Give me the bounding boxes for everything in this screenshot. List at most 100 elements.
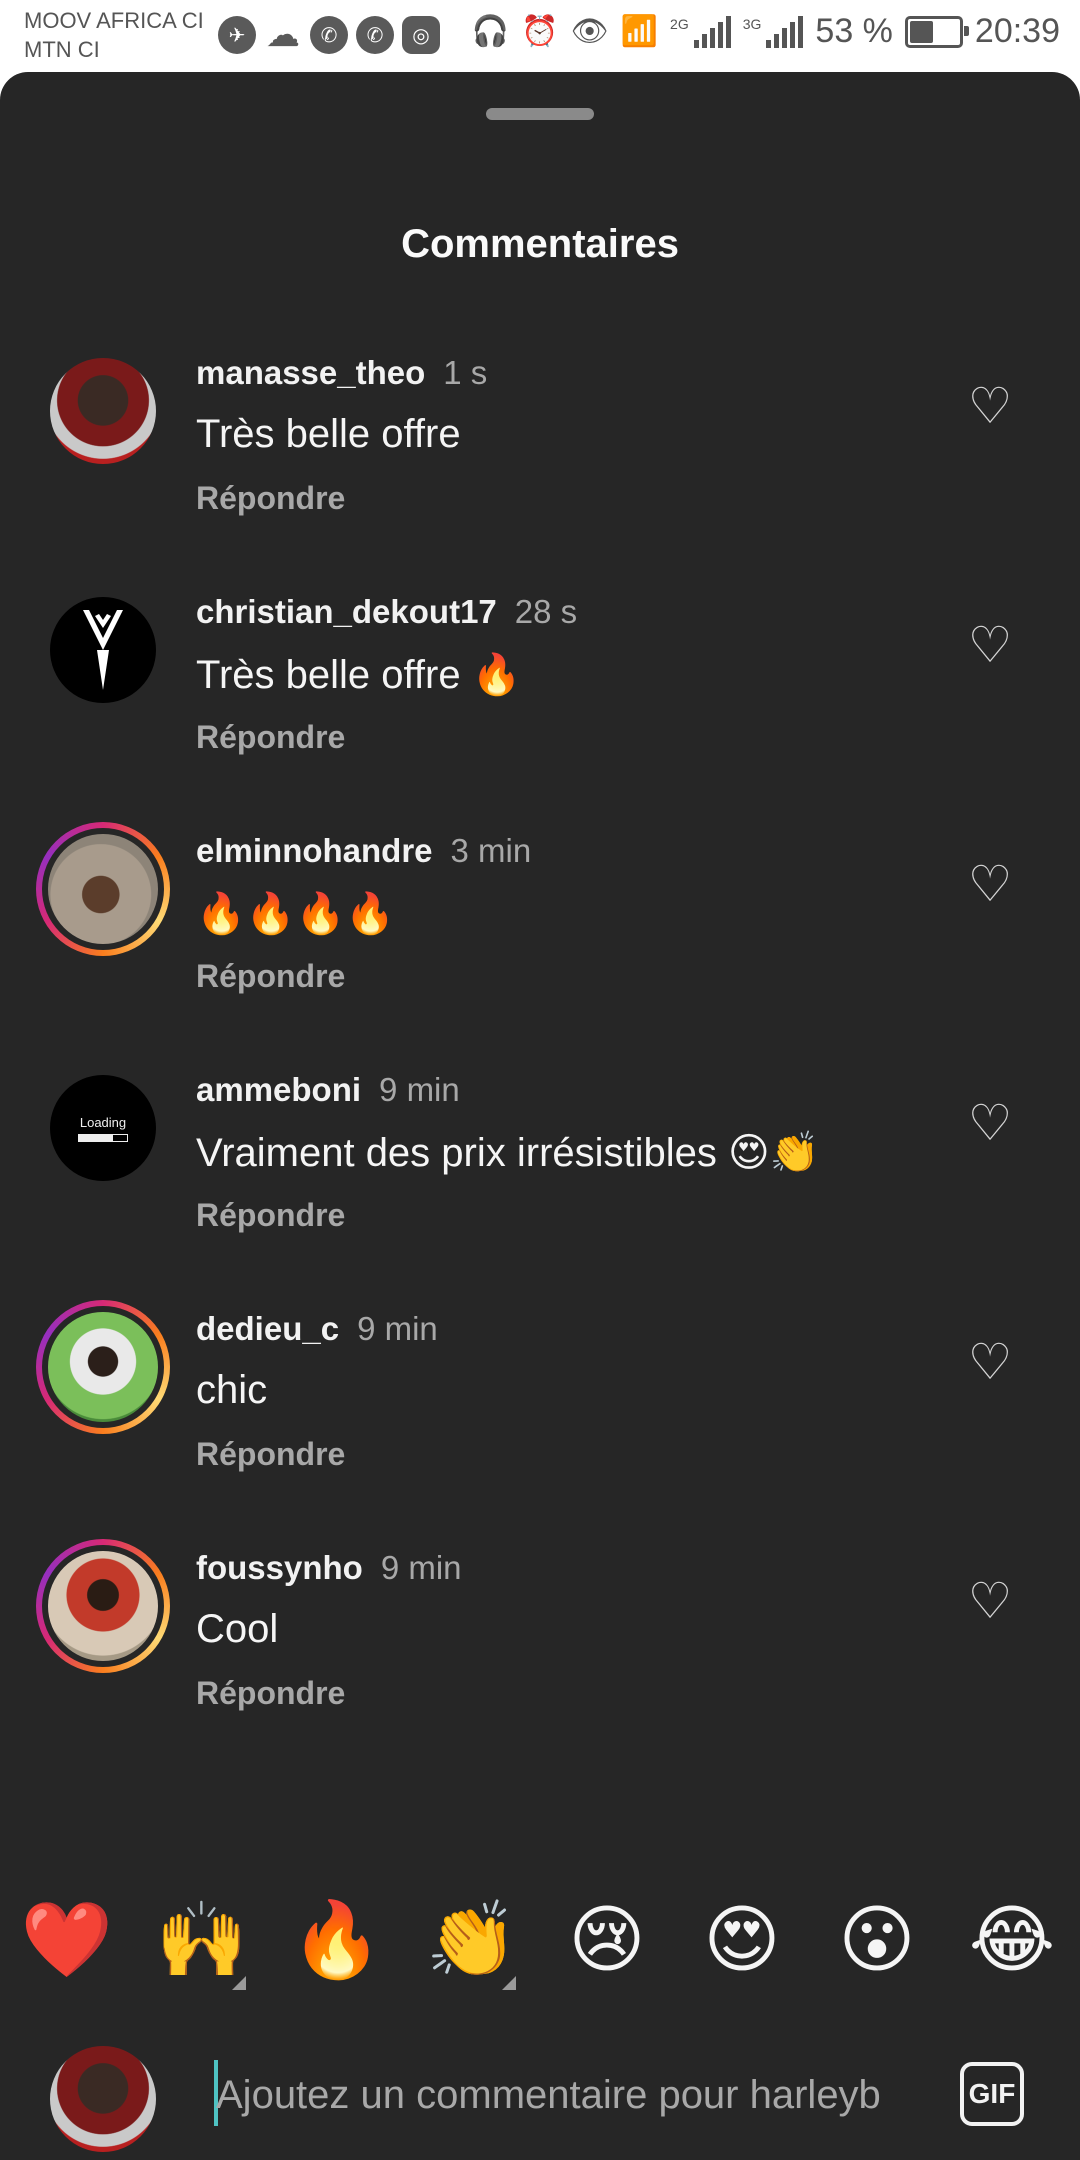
reaction-glyph: 🙌 — [155, 1898, 249, 1981]
reaction-heart-eyes[interactable]: 😍 — [692, 1890, 792, 1990]
comment-input[interactable] — [216, 2062, 936, 2128]
comment-item: christian_dekout17 28 s Très belle offre … — [0, 593, 1080, 813]
signal-type-label: 3G — [742, 15, 762, 32]
comment-text: Très belle offre — [196, 412, 461, 456]
comment-header: christian_dekout17 28 s — [196, 593, 577, 631]
avatar[interactable] — [50, 358, 156, 464]
reply-button[interactable]: Répondre — [196, 719, 345, 756]
sheet-title: Commentaires — [401, 222, 679, 266]
reply-button[interactable]: Répondre — [196, 958, 345, 995]
avatar[interactable] — [36, 1539, 170, 1673]
reaction-crying[interactable]: 😢 — [557, 1890, 657, 1990]
battery-level-fill — [909, 20, 934, 43]
comment-time: 1 s — [443, 354, 488, 391]
signal-icon: 2G — [670, 15, 731, 48]
comment-item: elminnohandre 3 min 🔥🔥🔥🔥 Répondre ♡ — [0, 822, 1080, 1052]
story-ring — [42, 1306, 164, 1428]
alarm-icon: ⏰ — [521, 15, 559, 48]
reply-button[interactable]: Répondre — [196, 1675, 345, 1712]
reply-button[interactable]: Répondre — [196, 1436, 345, 1473]
comment-header: foussynho 9 min — [196, 1549, 462, 1587]
comment-text: Cool — [196, 1607, 279, 1651]
telegram-icon: ✈ — [218, 16, 256, 54]
notification-icons: ✈ ☁ ✆ ✆ ◎ — [218, 16, 440, 54]
comment-time: 9 min — [379, 1071, 460, 1108]
status-bar: MOOV AFRICA CI MTN CI ✈ ☁ ✆ ✆ ◎ 🎧 ⏰ 👁 📶 … — [0, 0, 1080, 72]
avatar-photo — [48, 834, 158, 944]
carrier-name-2: MTN CI — [24, 37, 100, 62]
comment-text: Vraiment des prix irrésistibles 😍👏 — [196, 1131, 820, 1175]
reaction-glyph: 👏 — [425, 1898, 519, 1981]
whatsapp-icon: ✆ — [310, 16, 348, 54]
story-ring — [42, 828, 164, 950]
comment-text: chic — [196, 1368, 268, 1412]
comment-composer: GIF — [0, 2032, 1080, 2160]
comment-header: elminnohandre 3 min — [196, 832, 531, 870]
comment-time: 9 min — [357, 1310, 438, 1347]
reaction-heart[interactable]: ❤️ — [17, 1890, 117, 1990]
carrier-info: MOOV AFRICA CI MTN CI — [24, 6, 204, 64]
skin-tone-indicator — [502, 1976, 516, 1990]
username[interactable]: foussynho — [196, 1549, 363, 1586]
comment-time: 3 min — [450, 832, 532, 869]
loading-graphic: Loading — [78, 1115, 128, 1142]
drag-handle[interactable] — [486, 108, 594, 120]
comment-time: 9 min — [380, 1549, 462, 1586]
headset-icon: 🎧 — [471, 15, 510, 48]
username[interactable]: manasse_theo — [196, 354, 425, 391]
quick-reactions-bar: ❤️ 🙌 🔥 👏 😢 😍 😮 😂 — [0, 1890, 1080, 1990]
avatar-photo — [48, 1551, 158, 1661]
comments-sheet: Commentaires manasse_theo 1 s Très belle … — [0, 72, 1080, 2160]
cloud-icon: ☁ — [266, 16, 300, 54]
reaction-raising-hands[interactable]: 🙌 — [152, 1890, 252, 1990]
avatar-photo — [48, 1312, 158, 1422]
comment-header: dedieu_c 9 min — [196, 1310, 438, 1348]
battery-percent: 53 % — [815, 12, 893, 50]
reply-button[interactable]: Répondre — [196, 480, 345, 517]
comment-text: Très belle offre 🔥 — [196, 653, 522, 697]
comment-item: manasse_theo 1 s Très belle offre Répondr… — [0, 354, 1080, 574]
avatar[interactable] — [36, 1300, 170, 1434]
reply-button[interactable]: Répondre — [196, 1197, 345, 1234]
username[interactable]: christian_dekout17 — [196, 593, 497, 630]
comment-header: ammeboni 9 min — [196, 1071, 460, 1109]
comment-item: dedieu_c 9 min chic Répondre ♡ — [0, 1300, 1080, 1530]
heart-icon[interactable]: ♡ — [964, 1575, 1016, 1627]
heart-icon[interactable]: ♡ — [964, 619, 1016, 671]
reaction-surprised[interactable]: 😮 — [827, 1890, 927, 1990]
heart-icon[interactable]: ♡ — [964, 1097, 1016, 1149]
comment-item: foussynho 9 min Cool Répondre ♡ — [0, 1539, 1080, 1769]
avatar — [50, 2046, 156, 2152]
avatar[interactable] — [50, 597, 156, 703]
heart-icon[interactable]: ♡ — [964, 1336, 1016, 1388]
clock: 20:39 — [974, 12, 1060, 50]
loading-bar — [78, 1133, 128, 1142]
avatar[interactable]: Loading — [50, 1075, 156, 1181]
reaction-fire[interactable]: 🔥 — [287, 1890, 387, 1990]
eye-icon: 👁 — [570, 15, 609, 48]
carrier-name-1: MOOV AFRICA CI — [24, 8, 204, 33]
username[interactable]: dedieu_c — [196, 1310, 339, 1347]
wifi-icon: 📶 — [620, 15, 659, 48]
battery-icon — [904, 15, 969, 48]
signal-type-label: 2G — [670, 15, 689, 32]
tuxedo-icon — [83, 610, 123, 690]
skin-tone-indicator — [232, 1976, 246, 1990]
comment-header: manasse_theo 1 s — [196, 354, 487, 392]
username[interactable]: elminnohandre — [196, 832, 433, 869]
heart-icon[interactable]: ♡ — [964, 380, 1016, 432]
system-icons: 🎧 ⏰ 👁 📶 2G 3G 53 % 20:39 — [472, 12, 1060, 51]
heart-icon[interactable]: ♡ — [964, 858, 1016, 910]
reaction-laughing[interactable]: 😂 — [962, 1890, 1062, 1990]
gif-button[interactable]: GIF — [960, 2062, 1024, 2126]
username[interactable]: ammeboni — [196, 1071, 361, 1108]
story-ring — [42, 1545, 164, 1667]
avatar[interactable] — [36, 822, 170, 956]
comment-text: 🔥🔥🔥🔥 — [196, 892, 396, 936]
reaction-clapping[interactable]: 👏 — [422, 1890, 522, 1990]
instagram-icon: ◎ — [402, 16, 440, 54]
avatar-label: Loading — [79, 1114, 127, 1130]
signal-icon: 3G — [742, 15, 804, 48]
whatsapp-icon: ✆ — [356, 16, 394, 54]
comment-item: Loading ammeboni 9 min Vraiment des prix … — [0, 1071, 1080, 1291]
